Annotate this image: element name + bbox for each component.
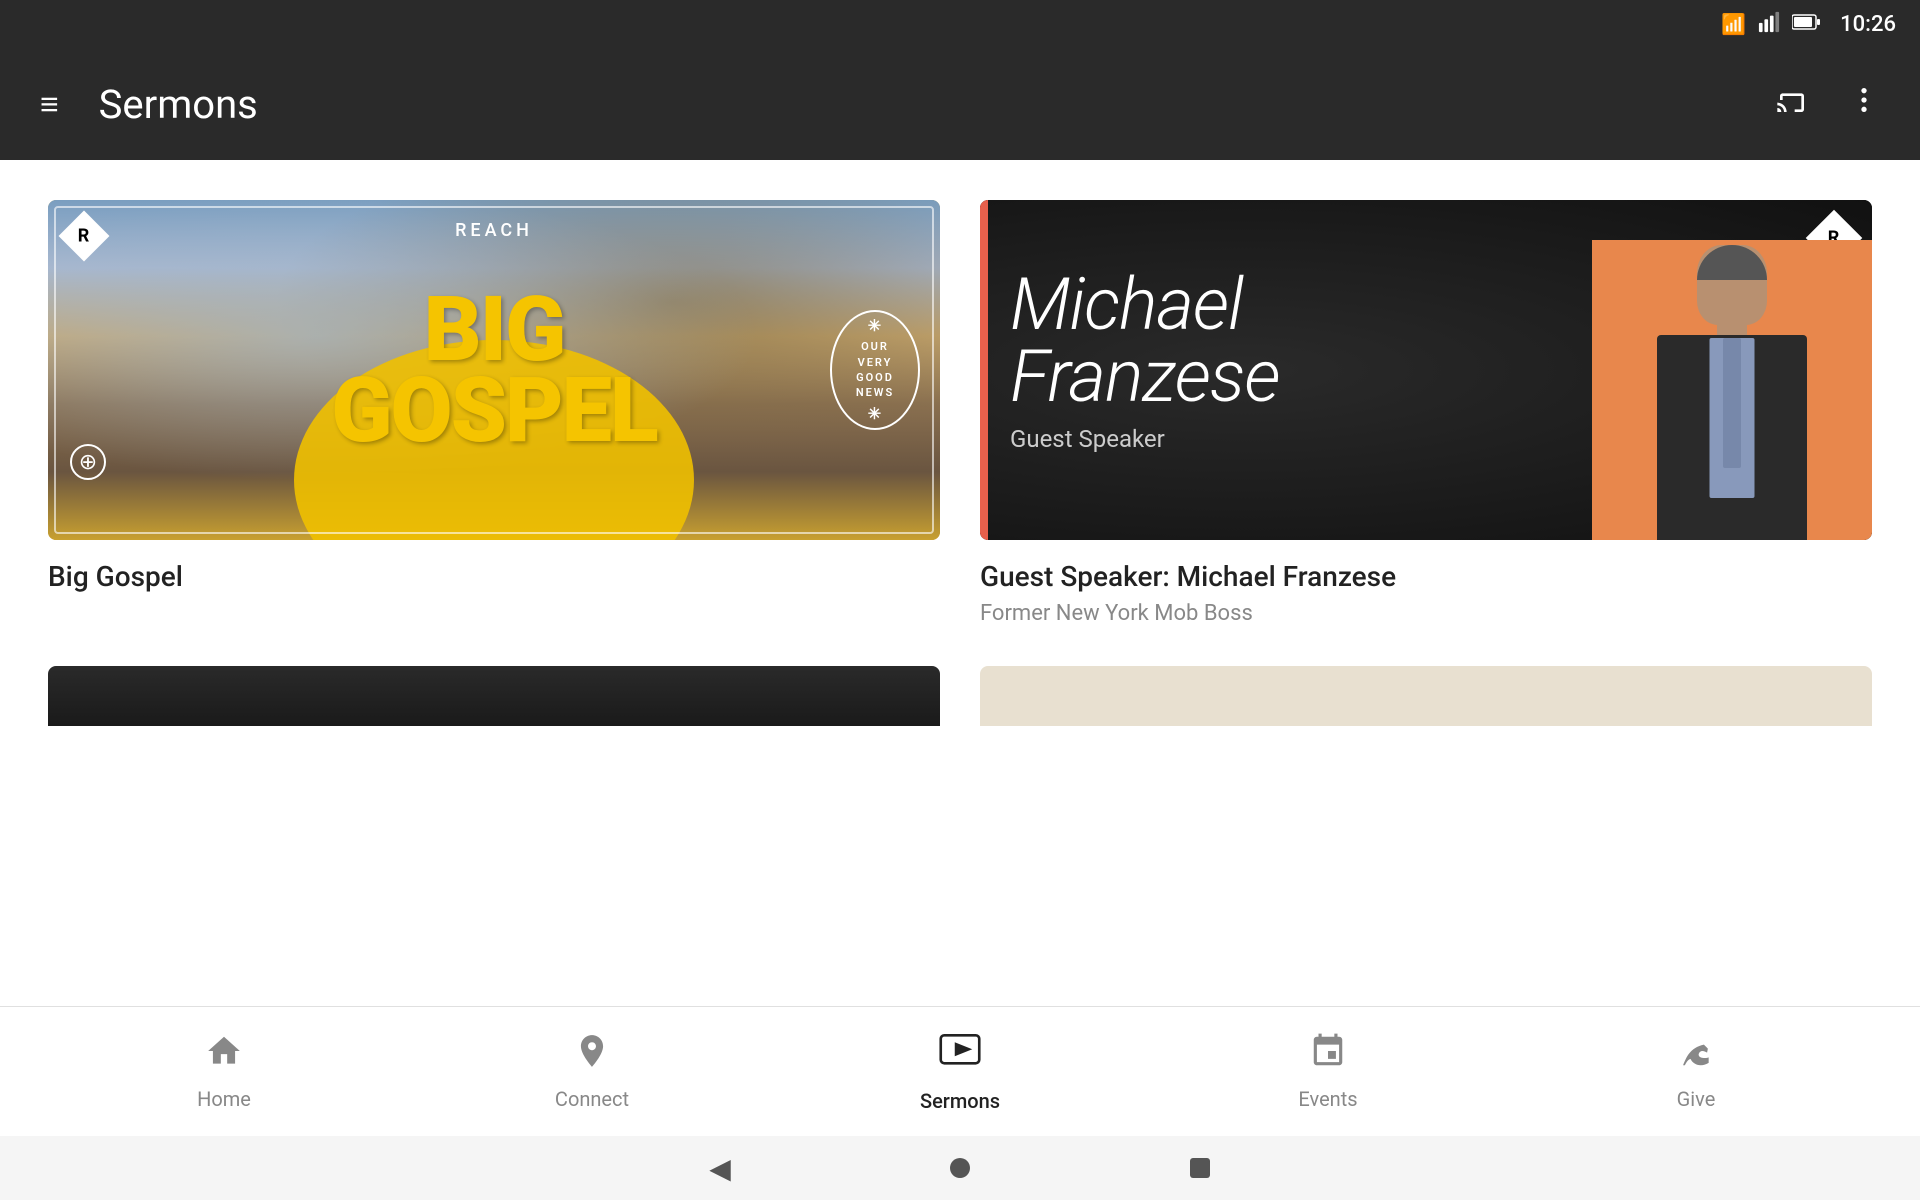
nav-sermons[interactable]: Sermons [880, 1018, 1040, 1125]
menu-button[interactable]: ≡ [32, 80, 67, 128]
nav-events[interactable]: Events [1248, 1020, 1408, 1123]
franzese-thumbnail: Michael Franzese Guest Speaker R [980, 200, 1872, 540]
nav-give[interactable]: Give [1616, 1020, 1776, 1123]
speaker-name: Michael Franzese Guest Speaker [1010, 269, 1279, 453]
back-button[interactable]: ◀ [700, 1148, 740, 1188]
big-gospel-card[interactable]: R ⊕ REACH BIGGOSPEL ✳ OUR VERY GOOD NEWS… [48, 200, 940, 626]
status-bar: 📶 10:26 [0, 0, 1920, 48]
card-subtitle: Former New York Mob Boss [980, 601, 1872, 626]
clock: 10:26 [1840, 12, 1896, 37]
franzese-card[interactable]: Michael Franzese Guest Speaker R [980, 200, 1872, 626]
cast-button[interactable] [1768, 76, 1816, 132]
page-title: Sermons [99, 81, 1736, 128]
battery-icon [1792, 12, 1820, 36]
app-bar: ≡ Sermons [0, 48, 1920, 160]
accent-bar [980, 200, 988, 540]
more-button[interactable] [1840, 76, 1888, 132]
give-icon [1677, 1032, 1715, 1079]
recents-button[interactable] [1180, 1148, 1220, 1188]
events-label: Events [1298, 1087, 1357, 1111]
card-title: Guest Speaker: Michael Franzese [980, 560, 1872, 593]
oval-badge: ✳ OUR VERY GOOD NEWS ✳ [830, 310, 920, 430]
series-title: BIGGOSPEL [331, 289, 657, 451]
card-title: Big Gospel [48, 560, 940, 593]
speaker-photo [1592, 240, 1872, 540]
speaker-role: Guest Speaker [1010, 425, 1279, 453]
bottom-nav: Home Connect Sermons Events [0, 1006, 1920, 1136]
home-label: Home [197, 1087, 251, 1111]
nav-home[interactable]: Home [144, 1020, 304, 1123]
first-name: Michael [1010, 269, 1279, 341]
signal-icon [1758, 11, 1780, 37]
give-label: Give [1677, 1087, 1716, 1111]
recents-square [1190, 1158, 1210, 1178]
home-button[interactable] [940, 1148, 980, 1188]
globe-icon: ⊕ [70, 444, 106, 480]
series-label: REACH [455, 220, 533, 241]
wifi-icon: 📶 [1721, 12, 1746, 36]
connect-icon [573, 1032, 611, 1079]
last-name: Franzese [1010, 341, 1279, 413]
home-icon [205, 1032, 243, 1079]
system-nav: ◀ [0, 1136, 1920, 1200]
main-content: R ⊕ REACH BIGGOSPEL ✳ OUR VERY GOOD NEWS… [0, 160, 1920, 1006]
big-gospel-thumbnail: R ⊕ REACH BIGGOSPEL ✳ OUR VERY GOOD NEWS… [48, 200, 940, 540]
partial-card-right[interactable] [980, 666, 1872, 726]
events-icon [1309, 1032, 1347, 1079]
connect-label: Connect [555, 1087, 629, 1111]
cards-grid: R ⊕ REACH BIGGOSPEL ✳ OUR VERY GOOD NEWS… [48, 200, 1872, 726]
partial-card-left[interactable] [48, 666, 940, 726]
home-circle [950, 1158, 970, 1178]
app-bar-actions [1768, 76, 1888, 132]
nav-connect[interactable]: Connect [512, 1020, 672, 1123]
sermons-icon [939, 1030, 981, 1081]
sermons-label: Sermons [920, 1089, 1000, 1113]
